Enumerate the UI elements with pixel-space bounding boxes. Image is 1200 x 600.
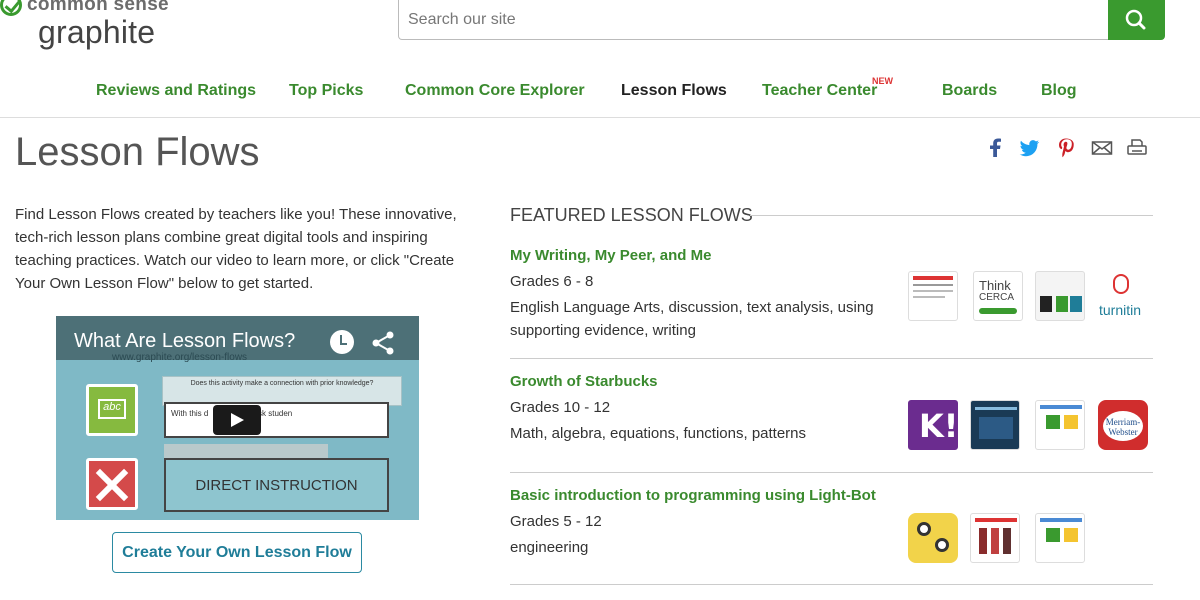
lesson-flow-subjects: engineering — [510, 539, 589, 556]
logo[interactable]: common sense graphite — [0, 0, 200, 60]
merriam-webster-tool-icon[interactable]: Merriam-Webster — [1098, 400, 1148, 450]
video-input-box: With this d sk studen — [164, 402, 389, 438]
nav-teacher-center[interactable]: Teacher Center — [762, 82, 877, 100]
video-input-text: With this d — [171, 409, 209, 418]
audience-feedback-tool-icon[interactable] — [970, 400, 1020, 450]
main-nav: Reviews and Ratings Top Picks Common Cor… — [0, 70, 1200, 118]
nav-common-core-explorer[interactable]: Common Core Explorer — [405, 82, 585, 100]
abc-icon: abc — [86, 384, 138, 436]
lesson-flow-grades: Grades 10 - 12 — [510, 399, 611, 416]
checkmark-icon — [0, 0, 22, 16]
nav-lesson-flows[interactable]: Lesson Flows — [621, 82, 727, 100]
spreadsheet-tool-icon[interactable] — [1035, 513, 1085, 563]
direct-instruction-box: DIRECT INSTRUCTION — [164, 458, 389, 512]
flow-divider — [510, 472, 1153, 473]
teacher-paper-tool-icon[interactable] — [1035, 271, 1085, 321]
search-icon — [1125, 9, 1146, 30]
thinkcerca-tool-icon[interactable]: Think CERCA — [973, 271, 1023, 321]
search-button[interactable] — [1108, 0, 1165, 40]
print-icon[interactable] — [1126, 137, 1148, 159]
lesson-flow-card: Basic introduction to programming using … — [510, 487, 1153, 587]
spreadsheet-tool-icon[interactable] — [1035, 400, 1085, 450]
video-gray-bar — [164, 444, 328, 458]
facebook-icon[interactable] — [985, 137, 1007, 159]
video-title: What Are Lesson Flows? — [74, 330, 296, 352]
lesson-flow-card: My Writing, My Peer, and Me Grades 6 - 8… — [510, 247, 1153, 359]
featured-divider — [750, 215, 1153, 216]
featured-heading: FEATURED LESSON FLOWS — [510, 205, 753, 225]
lesson-flow-grades: Grades 5 - 12 — [510, 513, 602, 530]
lesson-flow-subjects: Math, algebra, equations, functions, pat… — [510, 425, 807, 442]
twitter-icon[interactable] — [1018, 137, 1040, 159]
video-player[interactable]: What Are Lesson Flows? www.graphite.org/… — [56, 316, 419, 520]
watch-later-icon[interactable] — [330, 330, 354, 354]
page-title: Lesson Flows — [15, 130, 260, 174]
flow-divider — [510, 584, 1153, 585]
search-bar — [398, 0, 1165, 40]
video-input-text-tail: sk studen — [258, 409, 293, 418]
new-badge: NEW — [872, 76, 893, 86]
lesson-flow-title[interactable]: My Writing, My Peer, and Me — [510, 247, 711, 264]
nav-top-picks[interactable]: Top Picks — [289, 82, 363, 100]
nav-blog[interactable]: Blog — [1041, 82, 1077, 100]
turnitin-tool-icon[interactable]: turnitin — [1098, 271, 1148, 321]
create-lesson-flow-button[interactable]: Create Your Own Lesson Flow — [112, 532, 362, 573]
lesson-flow-title[interactable]: Growth of Starbucks — [510, 373, 658, 390]
video-tool-icon[interactable] — [970, 513, 1020, 563]
pencil-ruler-icon — [86, 458, 138, 510]
lightbot-tool-icon[interactable] — [908, 513, 958, 563]
lesson-flow-title[interactable]: Basic introduction to programming using … — [510, 487, 876, 504]
nav-boards[interactable]: Boards — [942, 82, 997, 100]
lesson-flow-card: Growth of Starbucks Grades 10 - 12 Math,… — [510, 373, 1153, 473]
video-url: www.graphite.org/lesson-flows — [112, 352, 248, 363]
kahoot-tool-icon[interactable]: K! — [908, 400, 958, 450]
flow-divider — [510, 358, 1153, 359]
abc-label: abc — [98, 399, 126, 419]
nav-reviews-ratings[interactable]: Reviews and Ratings — [96, 82, 256, 100]
lesson-flow-subjects: English Language Arts, discussion, text … — [510, 299, 874, 339]
email-icon[interactable] — [1091, 137, 1113, 159]
lesson-flow-grades: Grades 6 - 8 — [510, 273, 594, 290]
brand-line2: graphite — [38, 14, 156, 50]
intro-text: Find Lesson Flows created by teachers li… — [15, 206, 457, 292]
todaysmeet-tool-icon[interactable] — [908, 271, 958, 321]
search-input[interactable] — [398, 0, 1109, 40]
play-button[interactable] — [213, 405, 261, 435]
pinterest-icon[interactable] — [1055, 137, 1077, 159]
share-icon[interactable] — [370, 330, 396, 356]
